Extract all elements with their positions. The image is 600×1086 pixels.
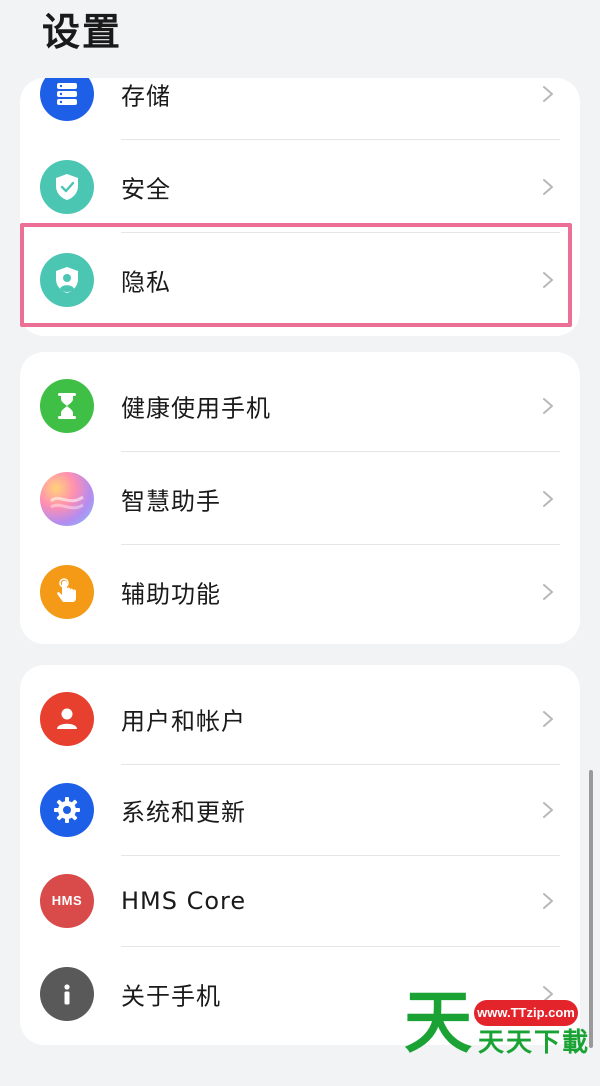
settings-item-smart-assistant[interactable]: 智慧助手 [20, 452, 580, 545]
hourglass-icon [40, 378, 94, 433]
settings-item-label: 关于手机 [121, 982, 221, 1010]
settings-item-storage[interactable]: 存储 [20, 78, 580, 140]
smart-assistant-icon [40, 471, 94, 526]
chevron-right-icon [543, 490, 553, 507]
shield-check-icon [40, 159, 94, 214]
settings-item-system-updates[interactable]: 系统和更新 [20, 763, 580, 856]
chevron-right-icon [543, 85, 553, 102]
chevron-right-icon [543, 397, 553, 414]
settings-item-label: 隐私 [121, 268, 171, 296]
accessibility-hand-icon [40, 564, 94, 619]
settings-item-digital-balance[interactable]: 健康使用手机 [20, 359, 580, 452]
settings-item-privacy[interactable]: 隐私 [20, 233, 580, 326]
settings-item-label: HMS Core [121, 886, 247, 915]
settings-group-1: 存储 安全 隐私 [20, 78, 580, 336]
privacy-shield-icon [40, 252, 94, 307]
watermark-brand: 天天下載 [478, 1028, 591, 1058]
hms-icon: HMS [40, 873, 94, 928]
watermark-site: www.TTzip.com [474, 1000, 578, 1026]
gear-icon [40, 782, 94, 837]
watermark-logo: 天 www.TTzip.com 天天下載 [404, 984, 594, 1063]
chevron-right-icon [543, 801, 553, 818]
info-icon [40, 966, 94, 1021]
settings-item-label: 系统和更新 [121, 798, 246, 826]
settings-item-label: 安全 [121, 175, 171, 203]
chevron-right-icon [543, 892, 553, 909]
settings-item-label: 辅助功能 [121, 580, 221, 608]
watermark-big-char: 天 [404, 984, 473, 1063]
user-icon [40, 691, 94, 746]
hms-icon-text: HMS [51, 893, 83, 908]
settings-item-label: 健康使用手机 [121, 394, 271, 422]
chevron-right-icon [543, 710, 553, 727]
settings-item-accessibility[interactable]: 辅助功能 [20, 545, 580, 638]
settings-item-label: 存储 [121, 82, 171, 110]
settings-group-3: 用户和帐户 系统和更新 HMS HMS Core 关于手机 [20, 665, 580, 1045]
storage-icon [40, 78, 94, 121]
settings-group-2: 健康使用手机 智慧助手 辅助功能 [20, 352, 580, 644]
page-title: 设置 [42, 10, 123, 54]
chevron-right-icon [543, 178, 553, 195]
chevron-right-icon [543, 583, 553, 600]
settings-item-security[interactable]: 安全 [20, 140, 580, 233]
settings-item-users-accounts[interactable]: 用户和帐户 [20, 672, 580, 765]
chevron-right-icon [543, 271, 553, 288]
settings-item-label: 智慧助手 [121, 487, 221, 515]
settings-item-label: 用户和帐户 [121, 707, 246, 735]
settings-item-hms-core[interactable]: HMS HMS Core [20, 854, 580, 947]
